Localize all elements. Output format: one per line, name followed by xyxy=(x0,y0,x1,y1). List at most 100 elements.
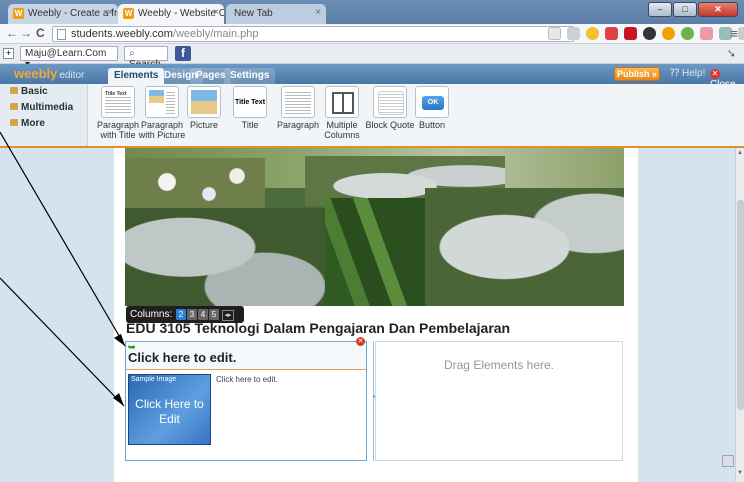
category-multimedia[interactable]: Multimedia xyxy=(10,102,73,113)
category-more[interactable]: More xyxy=(10,118,45,129)
minimize-button[interactable]: – xyxy=(648,2,672,17)
site-title[interactable]: EDU 3105 Teknologi Dalam Pengajaran Dan … xyxy=(126,320,510,336)
tab-label: Weebly - Create a free wi xyxy=(28,8,118,19)
element-label: Multiple Columns xyxy=(324,120,360,140)
paragraph-picture-icon xyxy=(145,86,179,118)
search-icon: ⌕ xyxy=(129,48,135,59)
reload-icon[interactable]: C xyxy=(36,26,45,40)
image-region xyxy=(325,198,435,306)
editable-heading[interactable]: Click here to edit. xyxy=(128,350,236,365)
star-icon[interactable] xyxy=(548,27,561,40)
element-label: Paragraph with Title xyxy=(96,120,140,140)
tab-close-icon[interactable]: × xyxy=(107,7,113,18)
right-column-dropzone[interactable]: Drag Elements here. xyxy=(375,341,623,461)
profile-select-value: Maju@Learn.Com xyxy=(25,48,107,59)
search-button[interactable]: ⌕ Search xyxy=(124,46,168,70)
browser-tab-weebly-website[interactable]: W Weebly - Website Creatio × xyxy=(118,4,224,24)
thumb-lines xyxy=(285,90,311,114)
maximize-button[interactable]: □ xyxy=(673,2,697,17)
scroll-thumb[interactable] xyxy=(737,200,744,410)
sample-image-cta: Click Here to Edit xyxy=(135,397,204,426)
logo-text: weebly xyxy=(14,66,58,81)
sample-image[interactable]: Sample Image Click Here to Edit xyxy=(128,374,211,445)
scroll-up-arrow-icon[interactable]: ▲ xyxy=(737,150,743,156)
left-column-title-area[interactable]: ➥ Click here to edit. xyxy=(126,342,366,370)
window-controls: – □ ✕ xyxy=(647,2,738,17)
url-path: /weebly/main.php xyxy=(172,28,259,40)
left-column[interactable]: ➥ Click here to edit. ✕ Sample Image Cli… xyxy=(125,337,367,461)
columns-option-4[interactable]: 4 xyxy=(198,309,209,320)
browser-tab-new[interactable]: New Tab × xyxy=(226,4,326,24)
category-basic[interactable]: Basic xyxy=(10,86,48,97)
columns-icon xyxy=(325,86,359,118)
paragraph-title-icon: Title Text xyxy=(101,86,135,118)
thumb-lines xyxy=(166,90,175,114)
thumb-lines xyxy=(105,95,131,114)
back-arrow-icon[interactable]: ← xyxy=(6,26,18,40)
folder-icon xyxy=(10,103,18,110)
browser-menu-icon[interactable]: ≡ xyxy=(730,26,738,41)
category-label: Multimedia xyxy=(21,102,74,113)
element-label: Button xyxy=(418,120,446,130)
element-picture[interactable]: Picture xyxy=(178,86,230,130)
extension-icon[interactable] xyxy=(700,27,713,40)
title-icon: Title Text xyxy=(233,86,267,118)
page-icon xyxy=(57,29,66,40)
extension-icon[interactable] xyxy=(643,27,656,40)
columns-option-2[interactable]: 2 xyxy=(176,309,187,320)
facebook-icon[interactable]: f xyxy=(175,46,191,61)
weebly-header: weebly editor Elements Design Pages Setti… xyxy=(0,64,744,90)
help-icon: ⁇ xyxy=(670,68,682,79)
gmail-icon[interactable] xyxy=(605,27,618,40)
element-multiple-columns[interactable]: Multiple Columns xyxy=(316,86,368,140)
weebly-favicon-icon: W xyxy=(13,8,24,19)
url-host: students.weebly.com xyxy=(71,28,173,40)
image-region xyxy=(425,188,624,306)
category-label: Basic xyxy=(21,86,48,97)
extension-icon[interactable] xyxy=(662,27,675,40)
help-label: Help! xyxy=(682,68,706,79)
close-icon: ✕ xyxy=(710,69,720,79)
extension-icons xyxy=(548,27,744,40)
columns-option-5[interactable]: 5 xyxy=(209,309,220,320)
tab-close-icon[interactable]: × xyxy=(213,7,219,18)
thumb-quote xyxy=(378,91,404,115)
tab-close-icon[interactable]: × xyxy=(315,7,321,18)
publish-button[interactable]: Publish » xyxy=(614,67,660,81)
window-close-button[interactable]: ✕ xyxy=(698,2,738,17)
extension-icon[interactable] xyxy=(586,27,599,40)
tab-elements[interactable]: Elements xyxy=(108,68,165,84)
add-icon[interactable]: + xyxy=(3,48,14,59)
element-label: Title xyxy=(241,120,259,130)
drag-hint: Drag Elements here. xyxy=(443,358,555,372)
tab-settings[interactable]: Settings xyxy=(224,68,276,84)
extension-icon[interactable] xyxy=(738,27,744,40)
extension-icon[interactable] xyxy=(567,27,580,40)
element-button[interactable]: OK Button xyxy=(406,86,458,130)
tab-label: Weebly - Website Creatio xyxy=(138,8,224,19)
browser-tab-weebly-create[interactable]: W Weebly - Create a free wi × xyxy=(8,4,118,24)
delete-element-icon[interactable]: ✕ xyxy=(356,337,365,346)
profile-select[interactable]: Maju@Learn.Com ▾ xyxy=(20,46,118,70)
search-toolbar: + Maju@Learn.Com ▾ ⌕ Search f ➘ xyxy=(0,44,744,70)
toolbar-arrow-icon[interactable]: ➘ xyxy=(727,47,736,60)
page-scrollbar[interactable]: ▲ ▼ xyxy=(735,148,744,482)
sample-image-label: Sample Image xyxy=(131,376,177,383)
browser-tab-bar: W Weebly - Create a free wi × W Weebly -… xyxy=(0,0,744,24)
columns-option-3[interactable]: 3 xyxy=(187,309,198,320)
resize-corner-icon[interactable] xyxy=(722,455,734,467)
element-title[interactable]: Title Text Title xyxy=(224,86,276,130)
scroll-down-arrow-icon[interactable]: ▼ xyxy=(737,470,743,476)
extension-icon[interactable] xyxy=(624,27,637,40)
folder-icon xyxy=(10,87,18,94)
extension-icon[interactable] xyxy=(681,27,694,40)
divider-line xyxy=(373,341,374,461)
element-label: Paragraph xyxy=(276,120,320,130)
element-category-menu: Basic Multimedia More xyxy=(0,84,88,146)
editable-paragraph[interactable]: Click here to edit. xyxy=(216,375,278,384)
header-image[interactable] xyxy=(125,148,624,306)
help-link[interactable]: ⁇ Help! xyxy=(670,68,705,79)
thumb-ok-button: OK xyxy=(422,96,444,110)
url-input[interactable]: students.weebly.com/weebly/main.php xyxy=(52,26,574,42)
forward-arrow-icon[interactable]: → xyxy=(20,26,32,40)
